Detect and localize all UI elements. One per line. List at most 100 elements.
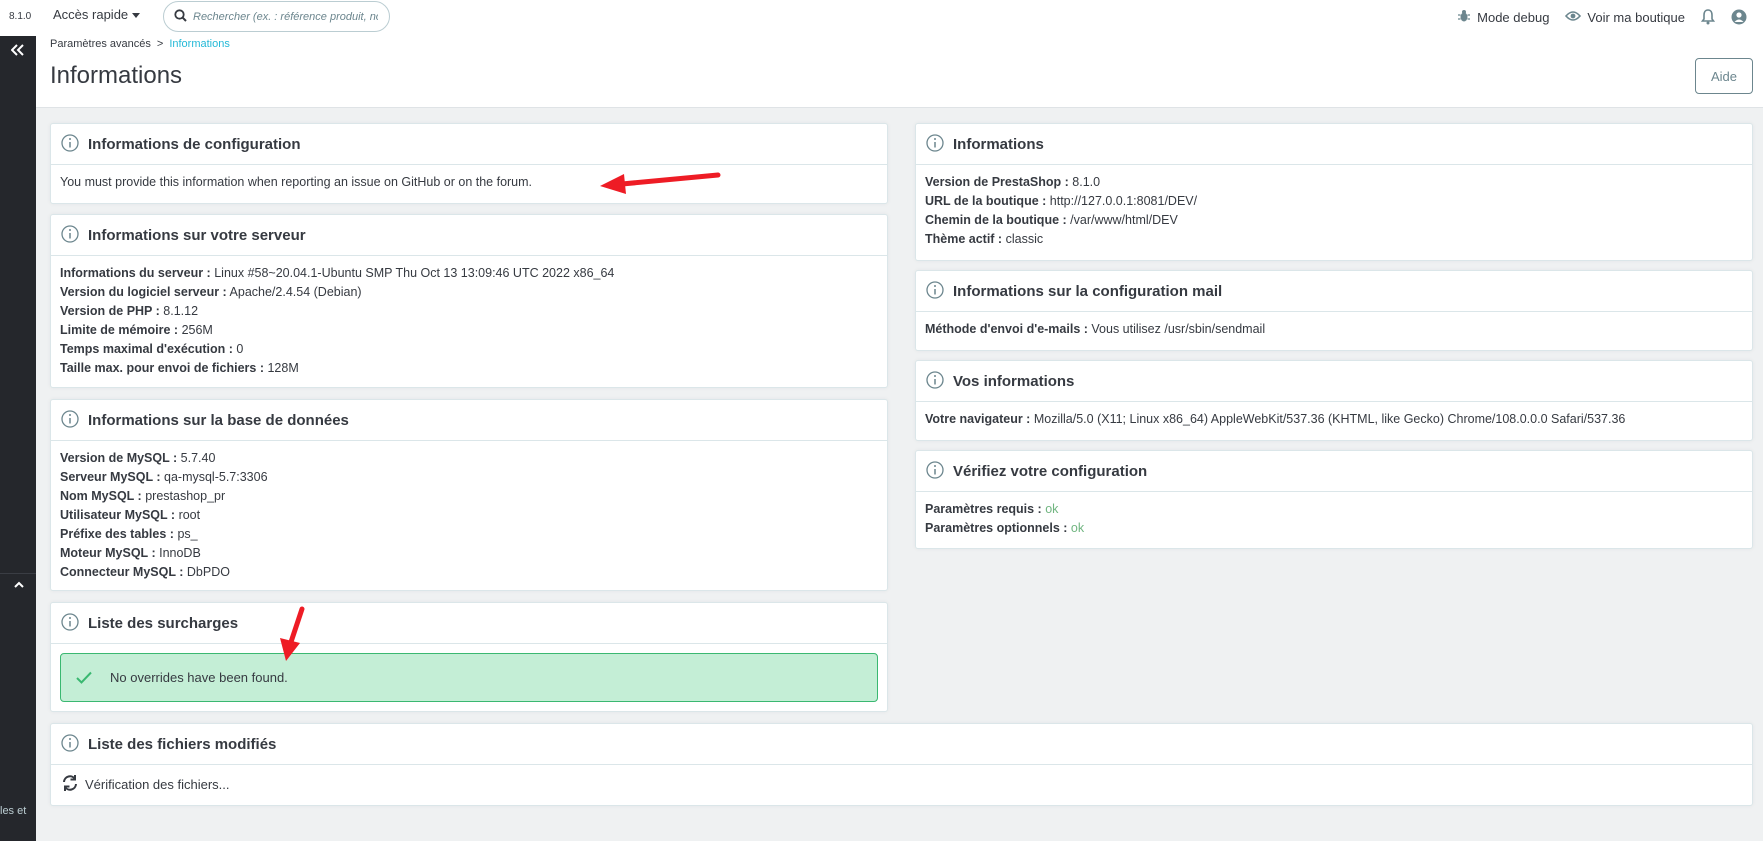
config-notice-text: You must provide this information when r… [60, 175, 533, 189]
info-circle-icon [61, 612, 79, 634]
card-header: Liste des surcharges [51, 603, 887, 644]
row-value: 5.7.40 [180, 451, 216, 465]
bug-icon [1457, 9, 1477, 26]
row-label: Chemin de la boutique : [925, 213, 1067, 227]
card-body: Version de MySQL : 5.7.40 Serveur MySQL … [51, 441, 887, 590]
row-value: /var/www/html/DEV [1070, 213, 1178, 227]
row-label: Paramètres requis : [925, 502, 1042, 516]
notifications-bell-icon[interactable] [1701, 9, 1715, 25]
quick-access-dropdown[interactable]: Accès rapide [53, 7, 141, 22]
row-value: 0 [236, 342, 244, 356]
info-row: Connecteur MySQL : DbPDO [60, 563, 878, 582]
logo-area: 8.1.0 [0, 0, 36, 36]
sidebar-footer-text: les et [0, 805, 27, 817]
info-circle-icon [61, 733, 79, 755]
user-account-icon[interactable] [1731, 9, 1747, 25]
row-value: ps_ [177, 527, 198, 541]
info-circle-icon [61, 224, 79, 246]
info-row: Limite de mémoire : 256M [60, 321, 878, 340]
sidebar: 8.1.0 les et [0, 0, 36, 841]
card-header: Liste des fichiers modifiés [51, 724, 1752, 765]
card-header: Informations sur la base de données [51, 400, 887, 441]
overrides-card: Liste des surcharges No overrides have b… [50, 602, 888, 712]
info-row: Serveur MySQL : qa-mysql-5.7:3306 [60, 468, 878, 487]
card-body: You must provide this information when r… [51, 165, 887, 200]
row-value: Linux #58~20.04.1-Ubuntu SMP Thu Oct 13 … [214, 266, 615, 280]
info-row: Version de PrestaShop : 8.1.0 [925, 173, 1743, 192]
row-value: Apache/2.4.54 (Debian) [229, 285, 362, 299]
card-body: Vérification des fichiers... [51, 765, 1752, 804]
row-value: root [178, 508, 201, 522]
row-label: Version de PrestaShop : [925, 175, 1069, 189]
help-button[interactable]: Aide [1695, 58, 1753, 94]
row-label: Version de MySQL : [60, 451, 178, 465]
card-body: Votre navigateur : Mozilla/5.0 (X11; Lin… [916, 402, 1752, 437]
config-info-card: Informations de configuration You must p… [50, 123, 888, 204]
shop-info-card: Informations Version de PrestaShop : 8.1… [915, 123, 1753, 261]
breadcrumb-parent[interactable]: Paramètres avancés [50, 38, 151, 50]
info-row: Paramètres optionnels : ok [925, 519, 1743, 538]
row-label: Préfixe des tables : [60, 527, 174, 541]
row-label: URL de la boutique : [925, 194, 1047, 208]
row-value: 8.1.12 [163, 304, 199, 318]
card-title: Informations de configuration [88, 135, 301, 153]
info-row: Taille max. pour envoi de fichiers : 128… [60, 359, 878, 378]
database-info-card: Informations sur la base de données Vers… [50, 399, 888, 591]
debug-mode-link[interactable]: Mode debug [1457, 9, 1549, 26]
card-body: Méthode d'envoi d'e-mails : Vous utilise… [916, 312, 1752, 347]
view-shop-label: Voir ma boutique [1587, 9, 1685, 25]
row-value: Mozilla/5.0 (X11; Linux x86_64) AppleWeb… [1033, 412, 1626, 426]
breadcrumb-current[interactable]: Informations [169, 38, 230, 50]
sidebar-divider [0, 573, 36, 574]
info-circle-icon [926, 370, 944, 392]
collapse-sidebar-icon[interactable] [0, 36, 36, 64]
info-row: Thème actif : classic [925, 230, 1743, 249]
card-header: Informations de configuration [51, 124, 887, 165]
info-row: Temps maximal d'exécution : 0 [60, 340, 878, 359]
card-header: Informations sur la configuration mail [916, 271, 1752, 312]
debug-mode-label: Mode debug [1477, 9, 1550, 25]
row-label: Paramètres optionnels : [925, 521, 1068, 535]
refresh-icon [61, 774, 85, 795]
row-value: DbPDO [186, 565, 230, 579]
card-title: Informations sur votre serveur [88, 226, 306, 244]
search-box[interactable] [163, 1, 390, 32]
row-value: 128M [267, 361, 299, 375]
info-row: Méthode d'envoi d'e-mails : Vous utilise… [925, 320, 1743, 339]
row-value: 8.1.0 [1072, 175, 1101, 189]
row-label: Moteur MySQL : [60, 546, 156, 560]
checking-files-text: Vérification des fichiers... [85, 777, 230, 792]
row-label: Méthode d'envoi d'e-mails : [925, 322, 1088, 336]
chevron-up-icon[interactable] [14, 578, 24, 592]
row-label: Connecteur MySQL : [60, 565, 184, 579]
row-label: Utilisateur MySQL : [60, 508, 176, 522]
header: Accès rapide Mode debug Voir ma boutique… [36, 0, 1763, 108]
view-shop-link[interactable]: Voir ma boutique [1565, 10, 1685, 25]
info-row: Informations du serveur : Linux #58~20.0… [60, 264, 878, 283]
header-actions: Mode debug Voir ma boutique [1457, 5, 1763, 29]
search-input[interactable] [193, 10, 378, 23]
card-header: Vos informations [916, 361, 1752, 402]
info-circle-icon [926, 460, 944, 482]
row-value: 256M [181, 323, 213, 337]
success-alert: No overrides have been found. [60, 653, 878, 702]
row-value: classic [1005, 232, 1044, 246]
row-label: Temps maximal d'exécution : [60, 342, 233, 356]
info-row: Utilisateur MySQL : root [60, 506, 878, 525]
row-value: prestashop_pr [145, 489, 226, 503]
info-circle-icon [61, 133, 79, 155]
row-value: qa-mysql-5.7:3306 [164, 470, 268, 484]
info-row: Version de MySQL : 5.7.40 [60, 449, 878, 468]
quick-access-label: Accès rapide [53, 7, 129, 22]
your-info-card: Vos informations Votre navigateur : Mozi… [915, 360, 1753, 441]
breadcrumb-separator: > [156, 38, 164, 50]
card-title: Informations [953, 135, 1044, 153]
card-body: Informations du serveur : Linux #58~20.0… [51, 256, 887, 386]
row-label: Votre navigateur : [925, 412, 1031, 426]
card-title: Vérifiez votre configuration [953, 462, 1148, 480]
status-ok: ok [1045, 502, 1059, 516]
server-info-card: Informations sur votre serveur Informati… [50, 214, 888, 388]
row-label: Nom MySQL : [60, 489, 142, 503]
info-row: Moteur MySQL : InnoDB [60, 544, 878, 563]
card-body: Version de PrestaShop : 8.1.0 URL de la … [916, 165, 1752, 257]
